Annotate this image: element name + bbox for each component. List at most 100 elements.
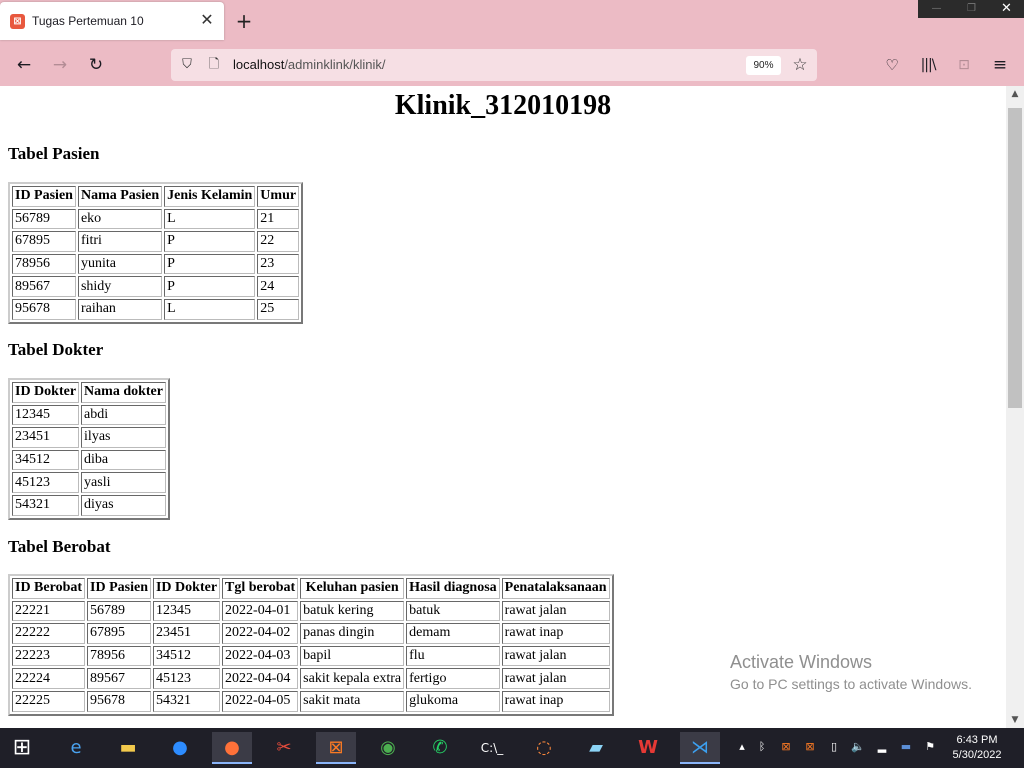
new-tab-button[interactable]: + bbox=[234, 11, 254, 31]
table-row: 22222 67895 23451 2022-04-02 panas dingin dem… bbox=[12, 623, 610, 644]
table-cell: 23451 bbox=[12, 427, 80, 448]
column-header: ID Dokter bbox=[12, 382, 80, 403]
back-button[interactable]: ← bbox=[12, 53, 36, 77]
scroll-down-arrow-icon[interactable]: ▼ bbox=[1006, 712, 1024, 728]
terminal-icon[interactable]: C:\_ bbox=[472, 732, 512, 764]
table-cell: shidy bbox=[77, 276, 163, 297]
table-cell: 54321 bbox=[12, 494, 80, 516]
table-cell: L bbox=[164, 298, 256, 320]
system-clock[interactable]: 6:43 PM 5/30/2022 bbox=[946, 733, 1008, 763]
page-viewport: Klinik_312010198 Tabel Pasien ID Pasien N… bbox=[0, 86, 1006, 728]
network-icon[interactable]: ▂ bbox=[874, 739, 890, 755]
table-row: 22221 56789 12345 2022-04-01 batuk kering bat… bbox=[12, 600, 610, 622]
dokter-table: ID Dokter Nama dokter 12345 abdi 23451 ilyas… bbox=[8, 378, 170, 520]
table-row: 45123 yasli bbox=[12, 472, 166, 493]
table-row: 22224 89567 45123 2022-04-04 sakit kepala ex… bbox=[12, 668, 610, 689]
menu-icon[interactable]: ≡ bbox=[988, 53, 1012, 77]
bookmark-star-icon[interactable]: ☆ bbox=[790, 55, 810, 75]
table-cell: P bbox=[164, 253, 256, 275]
zoom-level-button[interactable]: 90% bbox=[746, 56, 781, 75]
table-row: 89567 shidy P 24 bbox=[12, 276, 300, 297]
table-row: 67895 fitri P 22 bbox=[12, 231, 300, 252]
internet-explorer-icon[interactable]: e bbox=[56, 732, 96, 764]
table-cell: 22 bbox=[257, 231, 300, 252]
table-cell: 23451 bbox=[152, 623, 221, 644]
activate-windows-watermark: Activate Windows Go to PC settings to ac… bbox=[730, 652, 972, 692]
pocket-icon[interactable]: ♡ bbox=[880, 53, 904, 77]
table-cell: 89567 bbox=[12, 276, 76, 297]
file-explorer-icon[interactable]: ▬ bbox=[108, 732, 148, 764]
column-header: Umur bbox=[257, 186, 300, 207]
wps-office-icon[interactable]: W bbox=[628, 732, 668, 764]
vscode-icon[interactable]: ⋊ bbox=[680, 732, 720, 764]
shield-icon[interactable]: ⛉ bbox=[178, 56, 196, 74]
table-cell: 56789 bbox=[12, 208, 76, 230]
language-icon[interactable]: ▬ bbox=[898, 739, 914, 755]
xampp-icon[interactable]: ⊠ bbox=[316, 732, 356, 764]
table-row: 22225 95678 54321 2022-04-05 sakit mata gluko… bbox=[12, 690, 610, 712]
column-header: Jenis Kelamin bbox=[164, 186, 256, 207]
tab-bar: ⊠ Tugas Pertemuan 10 ✕ + — ❐ ✕ bbox=[0, 0, 1024, 44]
vertical-scrollbar[interactable]: ▲ ▼ bbox=[1006, 86, 1024, 728]
table-cell: eko bbox=[77, 208, 163, 230]
start-icon[interactable]: ⊞ bbox=[2, 732, 42, 764]
page-title: Klinik_312010198 bbox=[394, 90, 612, 121]
snipping-tool-icon[interactable]: ✂ bbox=[264, 732, 304, 764]
clock-time: 6:43 PM bbox=[956, 734, 998, 746]
close-window-button[interactable]: ✕ bbox=[989, 0, 1024, 18]
table-cell: 21 bbox=[257, 208, 300, 230]
url-text[interactable]: localhost/adminklink/klinik/ bbox=[233, 57, 385, 72]
zoom-icon[interactable]: ● bbox=[160, 732, 200, 764]
watermark-subtitle: Go to PC settings to activate Windows. bbox=[730, 676, 972, 692]
page-info-icon[interactable]: 🗋 bbox=[205, 56, 223, 74]
close-tab-icon[interactable]: ✕ bbox=[198, 11, 216, 29]
address-bar[interactable]: ⛉ 🗋 localhost/adminklink/klinik/ 90% ☆ bbox=[171, 49, 817, 81]
maximize-button[interactable]: ❐ bbox=[954, 0, 989, 18]
table-cell: 34512 bbox=[152, 645, 221, 667]
table-row: 78956 yunita P 23 bbox=[12, 253, 300, 275]
table-cell: glukoma bbox=[406, 690, 500, 712]
table-cell: 22225 bbox=[12, 690, 86, 712]
table-cell: fertigo bbox=[406, 668, 500, 689]
scrollbar-thumb[interactable] bbox=[1008, 108, 1022, 408]
table-row: 56789 eko L 21 bbox=[12, 208, 300, 230]
library-icon[interactable]: |||\ bbox=[916, 53, 940, 77]
app-icon[interactable]: ◌ bbox=[524, 732, 564, 764]
bluetooth-icon[interactable]: ᛒ bbox=[754, 739, 770, 755]
scroll-up-arrow-icon[interactable]: ▲ bbox=[1006, 86, 1024, 102]
reload-button[interactable]: ↻ bbox=[84, 53, 108, 77]
whatsapp-icon[interactable]: ✆ bbox=[420, 732, 460, 764]
minimize-button[interactable]: — bbox=[919, 0, 954, 18]
table-cell: 67895 bbox=[87, 623, 151, 644]
forward-button[interactable]: → bbox=[48, 53, 72, 77]
browser-tab[interactable]: ⊠ Tugas Pertemuan 10 ✕ bbox=[0, 2, 224, 40]
table-header-row: ID Dokter Nama dokter bbox=[12, 382, 166, 403]
xampp-tray-icon-2[interactable]: ⊠ bbox=[802, 739, 818, 755]
table-cell: 12345 bbox=[152, 600, 221, 622]
table-cell: rawat jalan bbox=[501, 668, 610, 689]
chrome-icon[interactable]: ◉ bbox=[368, 732, 408, 764]
pasien-heading: Tabel Pasien bbox=[8, 144, 100, 163]
table-cell: batuk kering bbox=[300, 600, 405, 622]
table-row: 95678 raihan L 25 bbox=[12, 298, 300, 320]
table-cell: flu bbox=[406, 645, 500, 667]
battery-icon[interactable]: ▯ bbox=[826, 739, 842, 755]
xampp-favicon-icon: ⊠ bbox=[10, 14, 25, 29]
table-cell: batuk bbox=[406, 600, 500, 622]
table-cell: yunita bbox=[77, 253, 163, 275]
table-row: 54321 diyas bbox=[12, 494, 166, 516]
notes-icon[interactable]: ▰ bbox=[576, 732, 616, 764]
table-cell: 24 bbox=[257, 276, 300, 297]
column-header: Keluhan pasien bbox=[300, 578, 405, 599]
table-cell: 78956 bbox=[87, 645, 151, 667]
volume-icon[interactable]: 🔈 bbox=[850, 739, 866, 755]
table-cell: 2022-04-03 bbox=[222, 645, 299, 667]
table-row: 22223 78956 34512 2022-04-03 bapil flu rawat j… bbox=[12, 645, 610, 667]
url-path: /adminklink/klinik/ bbox=[284, 57, 386, 72]
berobat-heading: Tabel Berobat bbox=[8, 537, 111, 556]
firefox-icon[interactable]: ● bbox=[212, 732, 252, 764]
extension-icon[interactable]: ⊡ bbox=[952, 53, 976, 77]
action-center-icon[interactable]: ⚑ bbox=[922, 739, 938, 755]
xampp-tray-icon[interactable]: ⊠ bbox=[778, 739, 794, 755]
tray-overflow-icon[interactable]: ▴ bbox=[734, 739, 750, 755]
